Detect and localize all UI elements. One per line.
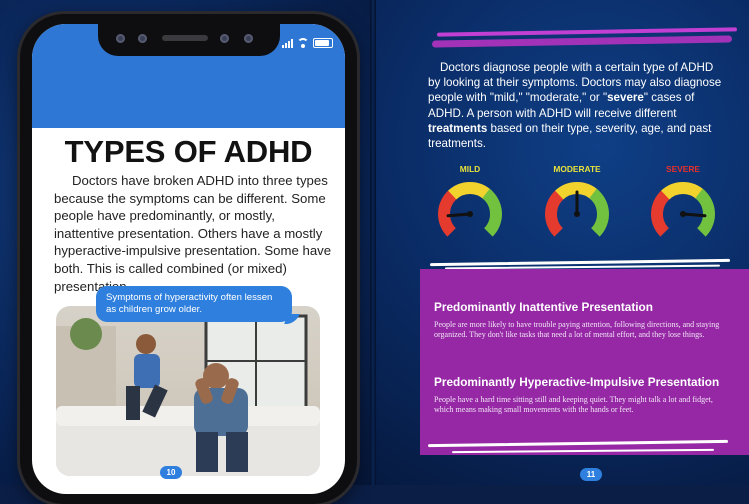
gauge-label: MILD [459,164,481,174]
book-spread: TYPES OF ADHD Doctors have broken ADHD i… [0,0,749,504]
section-text: People are more likely to have trouble p… [434,320,720,339]
phone-illustration: TYPES OF ADHD Doctors have broken ADHD i… [20,14,357,504]
section-heading: Predominantly Inattentive Presentation [434,300,653,314]
severity-gauge [545,182,609,237]
info-panel [420,269,749,455]
signal-icon [282,38,293,48]
phone-screen: TYPES OF ADHD Doctors have broken ADHD i… [32,24,345,494]
battery-icon [313,38,333,48]
gauge-segment [448,182,492,200]
gauge-segment [438,188,459,237]
phone-notch [98,24,280,56]
gauge-segment [545,188,566,237]
intro-paragraph: Doctors diagnose people with a certain t… [428,61,722,151]
gauge-mild: MILD [432,164,508,244]
gauge-hub [680,211,686,217]
gauge-label: SEVERE [666,164,700,174]
page-title: TYPES OF ADHD [64,134,313,169]
gauge-hub [467,211,473,217]
section-heading: Predominantly Hyperactive-Impulsive Pres… [434,375,720,389]
gauge-segment [651,188,672,237]
gauge-segment [661,182,705,200]
gauge-segment [588,188,609,237]
gauge-needle [446,212,472,218]
speaker-icon [162,35,208,41]
book-gutter [370,0,376,485]
speech-bubble: Symptoms of hyperactivity often lessen a… [96,286,292,322]
gauge-hub [574,211,580,217]
severity-gauge [651,182,715,237]
page-number-badge: 10 [160,466,182,479]
camera-icon [116,34,125,43]
severity-gauge [438,182,502,237]
gauge-segment [481,188,502,237]
status-bar [282,38,333,48]
gauge-severe: SEVERE [645,164,721,244]
sensor-icon [138,34,147,43]
body-paragraph: Doctors have broken ADHD into three type… [54,173,332,294]
gauge-label: MODERATE [553,164,601,174]
section-text: People have a hard time sitting still an… [434,395,713,414]
sensor-icon [220,34,229,43]
camera-icon [244,34,253,43]
family-photo [56,306,320,476]
page-number-badge: 11 [580,468,602,481]
wifi-icon [297,38,309,48]
gauge-segment [694,188,715,237]
gauge-moderate: MODERATE [539,164,615,244]
gauge-needle [681,212,707,218]
